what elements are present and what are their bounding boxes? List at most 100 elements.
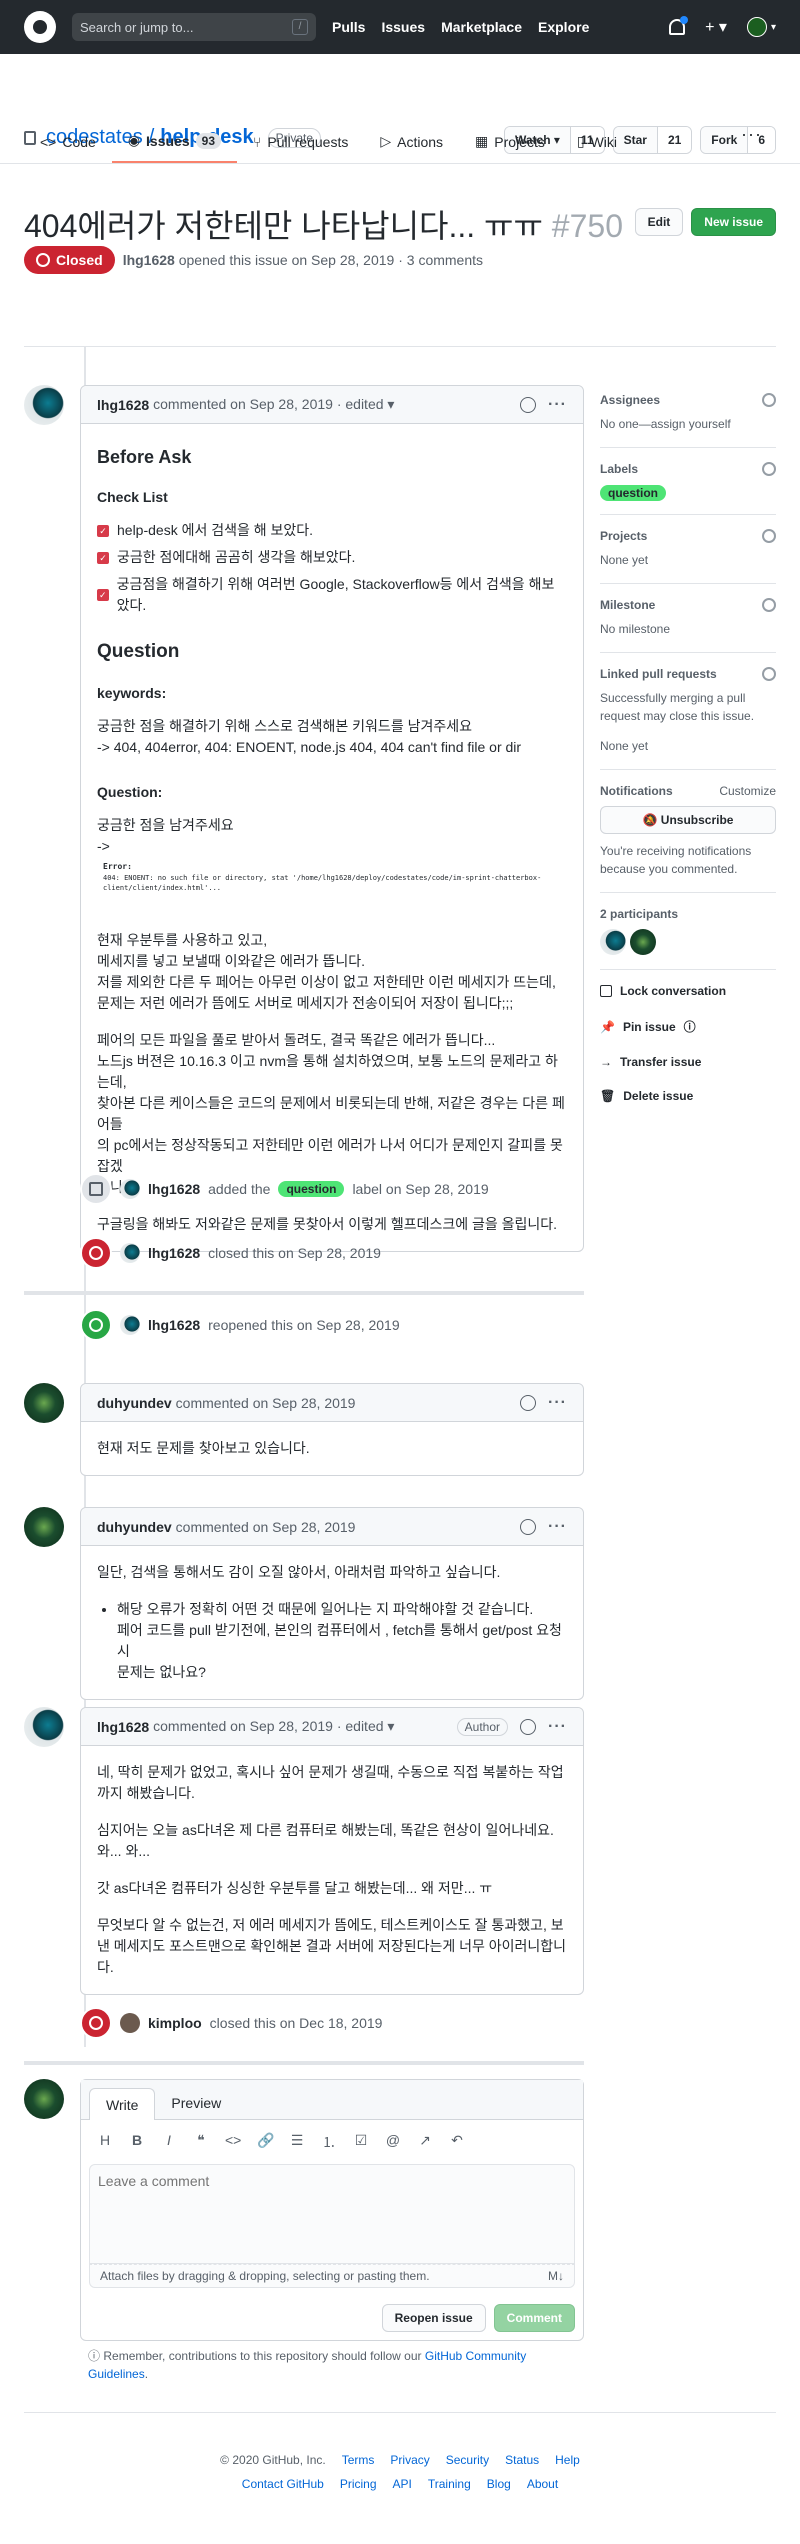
comment-author-link[interactable]: duhyundev	[97, 1395, 172, 1411]
kebab-menu-icon[interactable]: ···	[548, 396, 567, 414]
gear-icon[interactable]	[762, 393, 776, 407]
fork-button[interactable]: Fork 6	[700, 126, 776, 154]
cross-reference-icon[interactable]: ↗	[417, 2132, 433, 2152]
event-user-link[interactable]: lhg1628	[148, 1317, 200, 1333]
tab-pull-requests[interactable]: ⑂ Pull requests	[237, 132, 364, 163]
footer-link-pricing[interactable]: Pricing	[340, 2477, 377, 2491]
footer-link-privacy[interactable]: Privacy	[390, 2453, 429, 2467]
comment-button[interactable]: Comment	[493, 2304, 575, 2332]
footer-link-help[interactable]: Help	[555, 2453, 580, 2467]
attach-files-bar[interactable]: Attach files by dragging & dropping, sel…	[89, 2264, 575, 2288]
gear-icon[interactable]	[762, 667, 776, 681]
sidebar-labels[interactable]: Labels question	[600, 448, 776, 515]
emoji-icon[interactable]	[520, 1394, 537, 1411]
tab-actions[interactable]: ▷ Actions	[364, 132, 459, 163]
github-logo-icon[interactable]	[24, 11, 56, 43]
comment-textarea[interactable]	[89, 2164, 575, 2264]
tab-code[interactable]: <> Code	[24, 132, 112, 163]
customize-link[interactable]: Customize	[719, 784, 776, 798]
sidebar-assignees[interactable]: Assignees No one—assign yourself	[600, 347, 776, 448]
tab-issues[interactable]: ◉ Issues 93	[111, 132, 237, 163]
emoji-icon[interactable]	[520, 1518, 537, 1535]
tab-preview[interactable]: Preview	[155, 2087, 237, 2119]
heading-icon[interactable]: H	[97, 2132, 113, 2152]
avatar[interactable]	[24, 1707, 64, 1747]
gear-icon[interactable]	[762, 462, 776, 476]
new-issue-button[interactable]: New issue	[691, 208, 776, 236]
sidebar-projects[interactable]: Projects None yet	[600, 515, 776, 584]
ordered-list-icon[interactable]: ⒈	[321, 2132, 337, 2152]
nav-issues[interactable]: Issues	[381, 19, 425, 35]
checkbox-checked-icon[interactable]: ✓	[97, 589, 109, 601]
unordered-list-icon[interactable]: ☰	[289, 2132, 305, 2152]
comment-author-link[interactable]: lhg1628	[97, 397, 149, 413]
checkbox-checked-icon[interactable]: ✓	[97, 551, 109, 564]
plus-menu-icon[interactable]: + ▾	[705, 17, 727, 37]
footer-link-training[interactable]: Training	[428, 2477, 471, 2491]
code-icon[interactable]: <>	[225, 2132, 241, 2152]
avatar[interactable]	[600, 929, 626, 955]
tab-write[interactable]: Write	[89, 2088, 156, 2120]
footer-link-terms[interactable]: Terms	[342, 2453, 375, 2467]
avatar[interactable]	[120, 1315, 140, 1335]
more-icon[interactable]: ···	[741, 124, 762, 145]
tab-projects[interactable]: ▦ Projects	[459, 132, 561, 163]
avatar[interactable]	[120, 1243, 140, 1263]
comment-author-link[interactable]: duhyundev	[97, 1519, 172, 1535]
italic-icon[interactable]: I	[161, 2132, 177, 2152]
label-question[interactable]: question	[278, 1181, 345, 1197]
avatar[interactable]	[120, 2013, 140, 2033]
edit-button[interactable]: Edit	[634, 208, 684, 236]
event-user-link[interactable]: lhg1628	[148, 1181, 200, 1197]
lock-conversation-link[interactable]: Lock conversation	[600, 984, 776, 998]
avatar[interactable]	[630, 929, 656, 955]
footer-link-about[interactable]: About	[527, 2477, 558, 2491]
avatar[interactable]	[24, 1507, 64, 1547]
emoji-icon[interactable]	[520, 1718, 537, 1735]
gear-icon[interactable]	[762, 598, 776, 612]
search-input[interactable]: Search or jump to... /	[72, 13, 316, 41]
link-icon[interactable]: 🔗	[257, 2132, 274, 2152]
footer-link-contact[interactable]: Contact GitHub	[242, 2477, 324, 2491]
nav-pulls[interactable]: Pulls	[332, 19, 365, 35]
bell-icon[interactable]	[669, 16, 689, 35]
unsubscribe-button[interactable]: 🔕 Unsubscribe	[600, 806, 776, 834]
reopen-issue-button[interactable]: Reopen issue	[381, 2304, 486, 2332]
kebab-menu-icon[interactable]: ···	[548, 1718, 567, 1736]
footer-link-status[interactable]: Status	[505, 2453, 539, 2467]
bold-icon[interactable]: B	[129, 2132, 145, 2152]
sidebar-milestone[interactable]: Milestone No milestone	[600, 584, 776, 653]
footer-link-blog[interactable]: Blog	[487, 2477, 511, 2491]
assignees-value[interactable]: No one—assign yourself	[600, 415, 776, 433]
quote-icon[interactable]: ❝	[193, 2132, 209, 2152]
nav-explore[interactable]: Explore	[538, 19, 589, 35]
pin-issue-link[interactable]: 📌 Pin issue ⓘ	[600, 1018, 776, 1035]
gear-icon[interactable]	[762, 529, 776, 543]
markdown-icon[interactable]: M↓	[548, 2269, 564, 2283]
star-count[interactable]: 21	[656, 127, 692, 153]
nav-marketplace[interactable]: Marketplace	[441, 19, 522, 35]
kebab-menu-icon[interactable]: ···	[548, 1518, 567, 1536]
reply-icon[interactable]: ↶	[449, 2132, 465, 2152]
event-user-link[interactable]: kimploo	[148, 2015, 202, 2031]
comment-author-link[interactable]: lhg1628	[97, 1719, 149, 1735]
comment-input[interactable]	[98, 2173, 566, 2189]
transfer-issue-link[interactable]: → Transfer issue	[600, 1055, 776, 1069]
label-question[interactable]: question	[600, 485, 666, 501]
footer-link-security[interactable]: Security	[446, 2453, 489, 2467]
mention-icon[interactable]: @	[385, 2132, 401, 2152]
delete-issue-link[interactable]: 🗑 Delete issue	[600, 1089, 776, 1103]
kebab-menu-icon[interactable]: ···	[548, 1394, 567, 1412]
event-user-link[interactable]: lhg1628	[148, 1245, 200, 1261]
tasklist-icon[interactable]: ☑	[353, 2132, 369, 2152]
issue-author-link[interactable]: lhg1628	[123, 252, 175, 268]
tab-wiki[interactable]: ▯ Wiki	[561, 132, 633, 163]
footer-link-api[interactable]: API	[393, 2477, 412, 2491]
avatar[interactable]	[24, 1383, 64, 1423]
checkbox-checked-icon[interactable]: ✓	[97, 524, 109, 537]
emoji-icon[interactable]	[520, 396, 537, 413]
avatar[interactable]	[24, 385, 64, 425]
sidebar-linked-prs[interactable]: Linked pull requests Successfully merging…	[600, 653, 776, 770]
user-menu[interactable]: ▾	[746, 17, 776, 37]
avatar[interactable]	[120, 1179, 140, 1199]
